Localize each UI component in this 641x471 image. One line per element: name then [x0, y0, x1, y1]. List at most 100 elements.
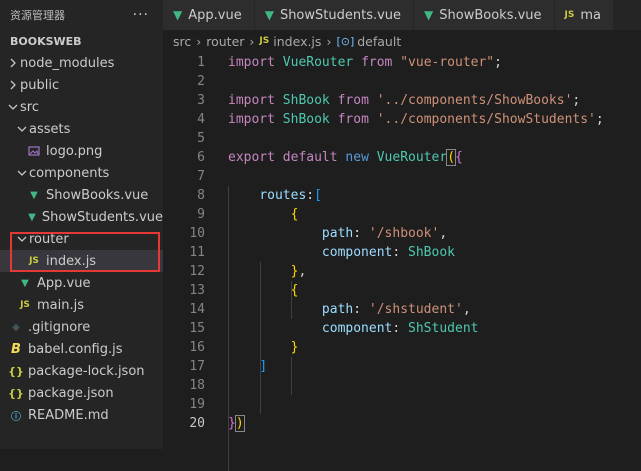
breadcrumb-file[interactable]: index.js — [273, 34, 321, 49]
line-number: 10 — [189, 226, 205, 241]
vue-icon: ▼ — [264, 8, 274, 22]
code-line: 5 — [163, 129, 641, 148]
chevron-right-icon: › — [196, 33, 202, 49]
image-icon — [26, 145, 42, 157]
vue-icon: ▼ — [30, 189, 38, 201]
code-line: 19 — [163, 395, 641, 414]
tree-file[interactable]: JS main.js — [0, 294, 163, 316]
tree-item-label: App.vue — [37, 275, 91, 291]
line-number: 8 — [197, 188, 205, 203]
code-editor[interactable]: 1 import VueRouter from "vue-router"; 2 3… — [163, 53, 641, 471]
more-actions-icon[interactable]: ··· — [133, 7, 149, 23]
breadcrumb-src[interactable]: src — [173, 34, 191, 49]
editor-tab[interactable]: JS ma — [554, 0, 615, 30]
chevron-right-icon — [6, 80, 20, 90]
line-number: 2 — [197, 74, 205, 89]
line-number: 13 — [189, 283, 205, 298]
code-line: 1 import VueRouter from "vue-router"; — [163, 53, 641, 72]
breadcrumb: src › router › JS index.js › [⊙] default — [163, 30, 641, 52]
line-number: 17 — [189, 359, 205, 374]
tree-file[interactable]: ▼ ShowBooks.vue — [0, 184, 163, 206]
tree-item-label: ShowStudents.vue — [41, 209, 163, 225]
line-number: 4 — [197, 112, 205, 127]
line-number: 16 — [189, 340, 205, 355]
tree-item-label: router — [29, 231, 69, 247]
tree-item-label: ShowBooks.vue — [46, 187, 149, 203]
code-line: 14 path: '/shstudent', — [163, 300, 641, 319]
line-number: 3 — [197, 93, 205, 108]
breadcrumb-router[interactable]: router — [206, 34, 244, 49]
chevron-down-icon — [15, 168, 29, 178]
project-root[interactable]: BOOKSWEB — [0, 30, 163, 52]
js-icon: JS — [564, 10, 575, 20]
code-line: 18 — [163, 376, 641, 395]
tree-file[interactable]: {} package-lock.json — [0, 360, 163, 382]
json-icon: {} — [8, 364, 24, 378]
chevron-right-icon: › — [326, 33, 332, 49]
line-number: 20 — [189, 416, 205, 431]
tab-label: ma — [580, 7, 602, 23]
editor-tab[interactable]: ▼ ShowBooks.vue — [414, 0, 555, 30]
chevron-down-icon — [15, 124, 29, 134]
tree-file[interactable]: logo.png — [0, 140, 163, 162]
code-line: 4 import ShBook from '../components/ShowS… — [163, 110, 641, 129]
breadcrumb-symbol[interactable]: default — [357, 34, 401, 49]
tree-item-label: node_modules — [20, 55, 115, 71]
tree-item-label: main.js — [37, 297, 84, 313]
tree-item-label: src — [20, 99, 39, 115]
tree-folder[interactable]: public — [0, 74, 163, 96]
code-line: 6 export default new VueRouter({ — [163, 148, 641, 167]
code-line: 15 component: ShStudent — [163, 319, 641, 338]
line-number: 1 — [197, 55, 205, 70]
line-number: 15 — [189, 321, 205, 336]
explorer-header: 资源管理器 ··· — [0, 0, 163, 30]
tree-item-label: assets — [29, 121, 71, 137]
line-number: 19 — [189, 397, 205, 412]
tree-file[interactable]: Bbabel.config.js — [0, 338, 163, 360]
tree-item-label: README.md — [28, 407, 109, 423]
tree-folder[interactable]: node_modules — [0, 52, 163, 74]
json-icon: {} — [8, 386, 24, 400]
tree-file[interactable]: ◆ .gitignore — [0, 316, 163, 338]
code-line: 13 { — [163, 281, 641, 300]
tree-folder[interactable]: assets — [0, 118, 163, 140]
editor-area: ▼ App.vue ▼ ShowStudents.vue ▼ ShowBooks.vue J… — [163, 0, 641, 471]
babel-icon: B — [11, 341, 21, 357]
code-line: 9 { — [163, 205, 641, 224]
tree-folder[interactable]: components — [0, 162, 163, 184]
code-line: 8 routes:[ — [163, 186, 641, 205]
tree-item-label: package.json — [28, 385, 114, 401]
line-number: 18 — [189, 378, 205, 393]
indent-guide — [291, 357, 292, 395]
chevron-down-icon — [6, 102, 20, 112]
info-icon: ⓘ — [11, 411, 21, 423]
tree-file[interactable]: ▼ ShowStudents.vue — [0, 206, 163, 228]
vue-icon: ▼ — [21, 277, 29, 289]
chevron-down-icon — [15, 234, 29, 244]
symbol-object-icon: [⊙] — [336, 34, 355, 48]
editor-tab[interactable]: ▼ App.vue — [163, 0, 255, 30]
tab-label: ShowStudents.vue — [279, 7, 402, 23]
tree-folder[interactable]: router — [0, 228, 163, 250]
tree-item-label: components — [29, 165, 110, 181]
tree-file[interactable]: {} package.json — [0, 382, 163, 404]
js-icon: JS — [259, 36, 270, 46]
git-icon: ◆ — [12, 321, 20, 333]
chevron-right-icon: › — [249, 33, 255, 49]
tree-file[interactable]: ▼ App.vue — [0, 272, 163, 294]
tree-file[interactable]: ⓘ README.md — [0, 404, 163, 426]
tree-folder[interactable]: src — [0, 96, 163, 118]
js-icon: JS — [20, 300, 30, 310]
tree-file[interactable]: JS index.js — [0, 250, 163, 272]
js-icon: JS — [29, 256, 39, 266]
code-line: 10 path: '/shbook', — [163, 224, 641, 243]
code-line: 7 — [163, 167, 641, 186]
explorer-sidebar: 资源管理器 ··· BOOKSWEB node_modulespublic src… — [0, 0, 163, 449]
code-line: 20}) — [163, 414, 641, 433]
editor-tab[interactable]: ▼ ShowStudents.vue — [254, 0, 415, 30]
tree-item-label: index.js — [46, 253, 97, 269]
line-number: 7 — [197, 169, 205, 184]
line-number: 12 — [189, 264, 205, 279]
tree-item-label: public — [20, 77, 60, 93]
tree-item-label: babel.config.js — [28, 341, 123, 357]
